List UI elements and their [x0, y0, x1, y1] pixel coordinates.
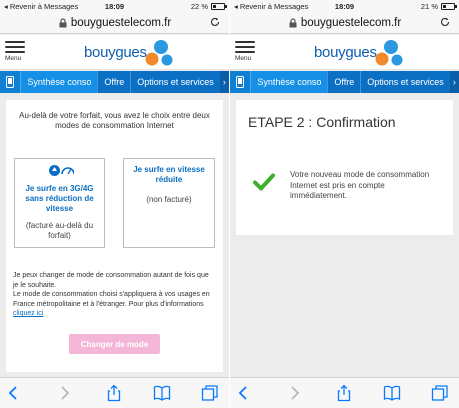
battery-percent: 22 %: [190, 1, 208, 11]
mobile-phone-icon[interactable]: [230, 71, 251, 93]
back-arrow-icon[interactable]: [5, 384, 23, 402]
forward-arrow-icon[interactable]: [55, 384, 73, 402]
url-text: bouyguestelecom.fr: [300, 16, 402, 29]
tab-bar: Synthèse conso Offre Options et services…: [0, 71, 229, 93]
hamburger-icon: [235, 41, 255, 43]
option-reduced-speed[interactable]: Je surfe en vitesse réduite (non facturé…: [123, 158, 215, 248]
option-full-speed-note: (facturé au-delà du forfait): [25, 221, 94, 240]
menu-button[interactable]: Menu: [235, 41, 255, 62]
menu-label: Menu: [235, 55, 252, 62]
tab-options-services[interactable]: Options et services: [360, 71, 450, 93]
option-reduced-speed-note: (non facturé): [146, 195, 192, 204]
screen-mode-choice: ◂ Revenir à Messages 18:09 22 % bouygues…: [0, 0, 229, 408]
forward-arrow-icon[interactable]: [285, 384, 303, 402]
status-bar: ◂ Revenir à Messages 18:09 22 %: [0, 0, 229, 12]
hamburger-icon: [5, 41, 25, 43]
bouygues-logo[interactable]: bouygues: [84, 39, 174, 67]
address-bar[interactable]: bouyguestelecom.fr: [230, 12, 459, 34]
back-arrow-icon[interactable]: [235, 384, 253, 402]
mode-choice-card: Au-delà de votre forfait, vous avez le c…: [6, 100, 223, 372]
bouygues-logo[interactable]: bouygues: [314, 39, 404, 67]
browser-toolbar: [230, 377, 459, 408]
tab-synthese-conso[interactable]: Synthèse conso: [250, 71, 328, 93]
speed-gauge-icon: [49, 165, 74, 176]
confirmation-card: ETAPE 2 : Confirmation Votre nouveau mod…: [236, 100, 453, 235]
menu-label: Menu: [5, 55, 22, 62]
url-text: bouyguestelecom.fr: [70, 16, 172, 29]
info-text: Je peux changer de mode de consommation …: [13, 271, 215, 319]
info-line-1: Je peux changer de mode de consommation …: [13, 272, 209, 289]
tabs-icon[interactable]: [201, 384, 219, 402]
share-icon[interactable]: [335, 384, 353, 402]
intro-text: Au-delà de votre forfait, vous avez le c…: [19, 111, 210, 130]
logo-wordmark: bouygues: [84, 44, 147, 61]
status-bar: ◂ Revenir à Messages 18:09 21 %: [230, 0, 459, 12]
address-bar[interactable]: bouyguestelecom.fr: [0, 12, 229, 34]
reload-icon[interactable]: [209, 16, 221, 28]
info-line-2: Le mode de consommation choisi s'appliqu…: [13, 291, 210, 308]
option-reduced-speed-title: Je surfe en vitesse réduite: [133, 165, 205, 184]
logo-wordmark: bouygues: [314, 44, 377, 61]
reload-icon[interactable]: [439, 16, 451, 28]
more-info-link[interactable]: cliquez ici: [13, 310, 43, 317]
logo-bubbles-icon: [375, 40, 403, 66]
tabs-next-arrow-icon[interactable]: ›: [219, 71, 229, 93]
back-to-messages-link[interactable]: ◂ Revenir à Messages: [234, 2, 308, 11]
battery-percent: 21 %: [420, 1, 438, 11]
site-header: Menu bouygues: [0, 35, 229, 70]
back-to-messages-link[interactable]: ◂ Revenir à Messages: [4, 2, 78, 11]
bookmarks-icon[interactable]: [383, 384, 401, 402]
confirmation-message: Votre nouveau mode de consommation Inter…: [290, 170, 430, 200]
step-title: ETAPE 2 : Confirmation: [248, 114, 396, 130]
tabs-icon[interactable]: [431, 384, 449, 402]
tab-offre[interactable]: Offre: [97, 71, 130, 93]
checkmark-icon: [253, 173, 275, 191]
site-header: Menu bouygues: [230, 35, 459, 70]
battery-icon: [211, 2, 227, 10]
lock-icon: [289, 17, 297, 27]
logo-bubbles-icon: [145, 40, 173, 66]
option-full-speed-title: Je surfe en 3G/4G sans réduction de vite…: [25, 184, 94, 213]
change-mode-button[interactable]: Changer de mode: [69, 334, 160, 354]
tab-offre[interactable]: Offre: [327, 71, 360, 93]
tab-synthese-conso[interactable]: Synthèse conso: [20, 71, 98, 93]
menu-button[interactable]: Menu: [5, 41, 25, 62]
lock-icon: [59, 17, 67, 27]
tab-bar: Synthèse conso Offre Options et services…: [230, 71, 459, 93]
share-icon[interactable]: [105, 384, 123, 402]
tab-options-services[interactable]: Options et services: [130, 71, 220, 93]
option-full-speed[interactable]: Je surfe en 3G/4G sans réduction de vite…: [14, 158, 105, 248]
battery-icon: [441, 2, 457, 10]
bookmarks-icon[interactable]: [153, 384, 171, 402]
browser-toolbar: [0, 377, 229, 408]
tabs-next-arrow-icon[interactable]: ›: [449, 71, 459, 93]
screen-confirmation: ◂ Revenir à Messages 18:09 21 % bouygues…: [230, 0, 459, 408]
mobile-phone-icon[interactable]: [0, 71, 21, 93]
